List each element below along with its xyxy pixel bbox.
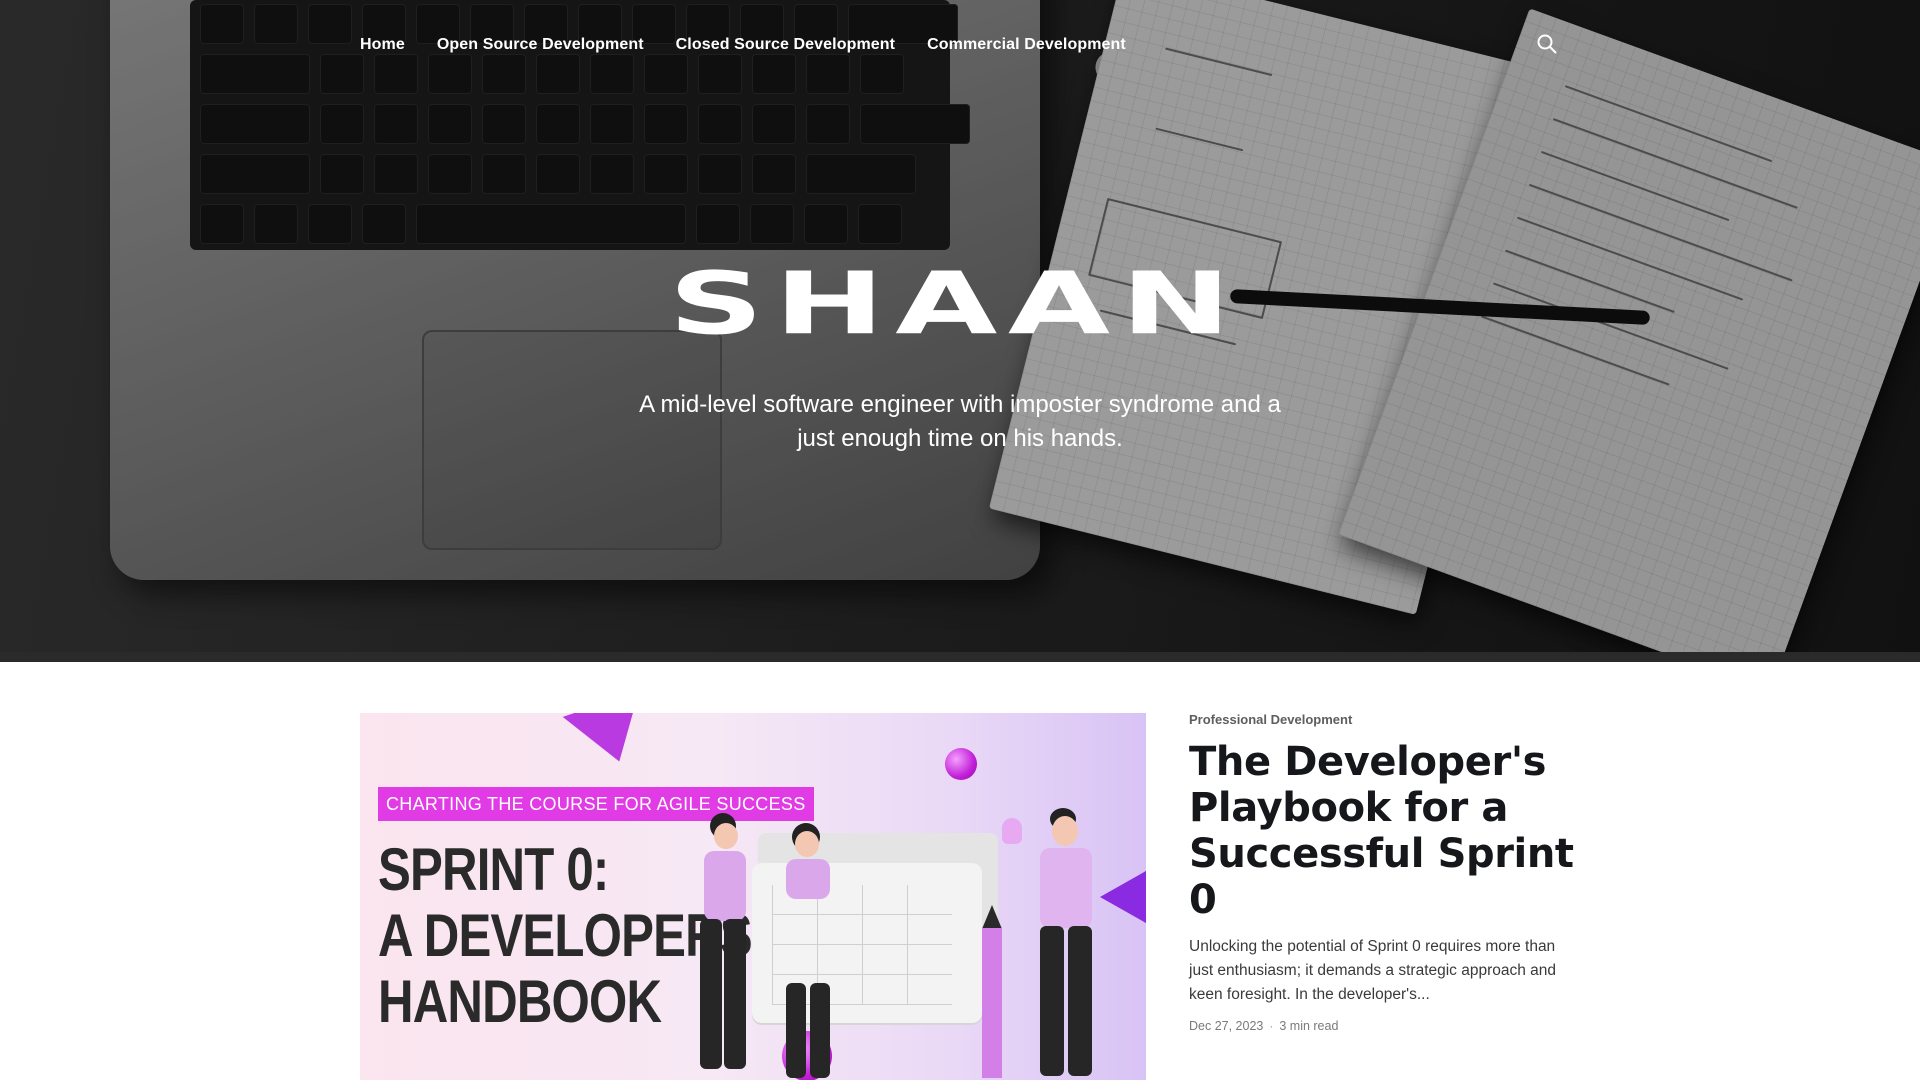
pencil <box>982 928 1002 1078</box>
search-icon <box>1537 34 1557 54</box>
post-meta: Dec 27, 2023 · 3 min read <box>1189 1019 1579 1033</box>
nav-open-source-development[interactable]: Open Source Development <box>437 36 644 54</box>
decor-cone <box>562 713 658 774</box>
site-logo-text: SHAAN <box>668 253 1242 354</box>
image-title: SPRINT 0: A DEVELOPERS HANDBOOK <box>378 836 753 1035</box>
post-title[interactable]: The Developer's Playbook for a Successfu… <box>1189 739 1579 923</box>
search-button[interactable] <box>1536 33 1558 55</box>
nav-closed-source-development[interactable]: Closed Source Development <box>676 36 895 54</box>
meta-separator: · <box>1269 1019 1274 1033</box>
site-tagline: A mid-level software engineer with impos… <box>639 391 1281 452</box>
post-excerpt: Unlocking the potential of Sprint 0 requ… <box>1189 938 1557 1003</box>
post-read-time: 3 min read <box>1279 1019 1339 1033</box>
lightbulb-icon <box>1002 818 1022 844</box>
main-nav: Home Open Source Development Closed Sour… <box>360 33 1126 57</box>
post-tag[interactable]: Professional Development <box>1189 712 1579 728</box>
illustration-person <box>690 813 770 1080</box>
image-title-line: HANDBOOK <box>378 968 662 1035</box>
featured-post-image[interactable]: CHARTING THE COURSE FOR AGILE SUCCESS SP… <box>360 713 1146 1080</box>
nav-home[interactable]: Home <box>360 36 405 54</box>
post-date: Dec 27, 2023 <box>1189 1019 1264 1033</box>
featured-post: Professional Development The Developer's… <box>1189 712 1579 1033</box>
image-title-line: SPRINT 0: <box>378 836 609 903</box>
illustration-person <box>778 823 838 1080</box>
nav-commercial-development[interactable]: Commercial Development <box>927 36 1126 54</box>
pencil-tip <box>982 905 1002 929</box>
hero-banner: Home Open Source Development Closed Sour… <box>0 0 1920 662</box>
image-title-line: A DEVELOPERS <box>378 902 753 969</box>
decor-orb <box>945 748 977 780</box>
hero-divider <box>0 652 1920 662</box>
site-logo[interactable]: SHAAN <box>650 253 1260 354</box>
illustration-person <box>1028 808 1108 1080</box>
